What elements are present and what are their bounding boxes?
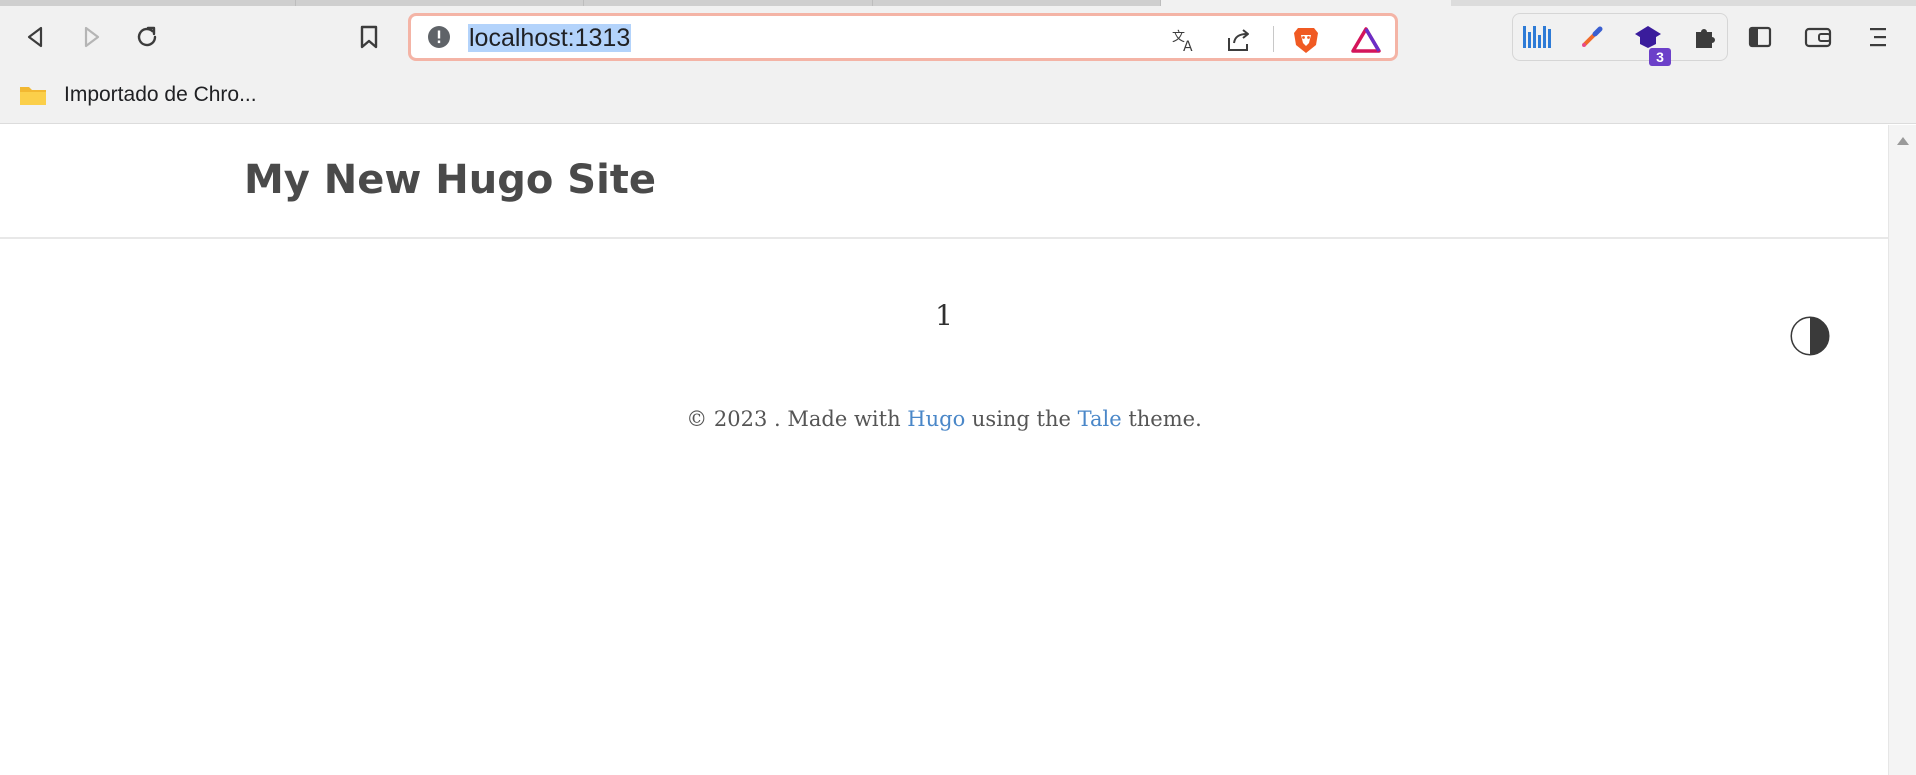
translate-icon[interactable]: 文 A (1169, 25, 1199, 55)
eyedropper-icon (1582, 26, 1603, 47)
footer-copyright: © 2023 . Made with (686, 407, 908, 431)
site-info-icon[interactable] (427, 25, 451, 53)
forward-icon (84, 26, 100, 48)
brave-shields-icon[interactable] (1291, 25, 1321, 55)
folder-icon (20, 87, 46, 105)
share-icon[interactable] (1224, 25, 1254, 55)
hamburger-menu-icon (1870, 28, 1886, 47)
sidebar-icon (1748, 26, 1772, 48)
bookmark-button[interactable] (351, 19, 387, 55)
sidebar-button[interactable] (1742, 19, 1778, 55)
site-footer: © 2023 . Made with Hugo using the Tale t… (0, 407, 1888, 431)
back-button[interactable] (18, 19, 54, 55)
reload-icon (137, 26, 157, 47)
extension-badge: 3 (1649, 48, 1671, 66)
back-icon (27, 26, 43, 48)
menu-button[interactable] (1860, 19, 1896, 55)
extension-colorpicker-button[interactable] (1574, 19, 1610, 55)
url-text[interactable]: localhost:1313 (468, 24, 632, 52)
reload-button[interactable] (129, 19, 165, 55)
bookmarks-bar: Importado de Chro... (0, 69, 1916, 124)
pagination: 1 (0, 299, 1888, 332)
footer-suffix-text: theme. (1121, 407, 1202, 431)
bookmark-folder-label: Importado de Chro... (64, 83, 257, 106)
site-title[interactable]: My New Hugo Site (244, 157, 656, 203)
extensions-button[interactable] (1687, 19, 1723, 55)
page-viewport: My New Hugo Site 1 © 2023 . Made with Hu… (0, 125, 1888, 775)
wallet-icon (1804, 27, 1832, 48)
graduation-cap-icon (1635, 26, 1661, 48)
equalizer-extension-icon (1523, 26, 1551, 48)
omnibox-separator (1273, 26, 1274, 52)
svg-text:A: A (1183, 39, 1193, 54)
bookmark-icon (360, 25, 378, 49)
page-scrollbar[interactable] (1888, 125, 1916, 775)
tale-theme-link[interactable]: Tale (1078, 407, 1122, 431)
contrast-icon (1790, 316, 1830, 356)
site-header: My New Hugo Site (0, 125, 1888, 239)
puzzle-icon (1696, 29, 1715, 48)
extension-bars-button[interactable] (1519, 19, 1555, 55)
footer-middle-text: using the (965, 407, 1078, 431)
scroll-up-arrow-icon[interactable] (1897, 137, 1909, 145)
forward-button[interactable] (73, 19, 109, 55)
address-bar[interactable]: localhost:1313 文 A (408, 13, 1398, 61)
browser-toolbar: localhost:1313 文 A 3 (0, 6, 1916, 69)
bookmark-folder-item[interactable]: Importado de Chro... (18, 80, 257, 110)
theme-toggle-button[interactable] (1789, 315, 1831, 357)
brave-rewards-icon[interactable] (1351, 25, 1381, 55)
hugo-link[interactable]: Hugo (907, 407, 965, 431)
wallet-button[interactable] (1800, 19, 1836, 55)
pagination-current-page: 1 (935, 299, 953, 332)
